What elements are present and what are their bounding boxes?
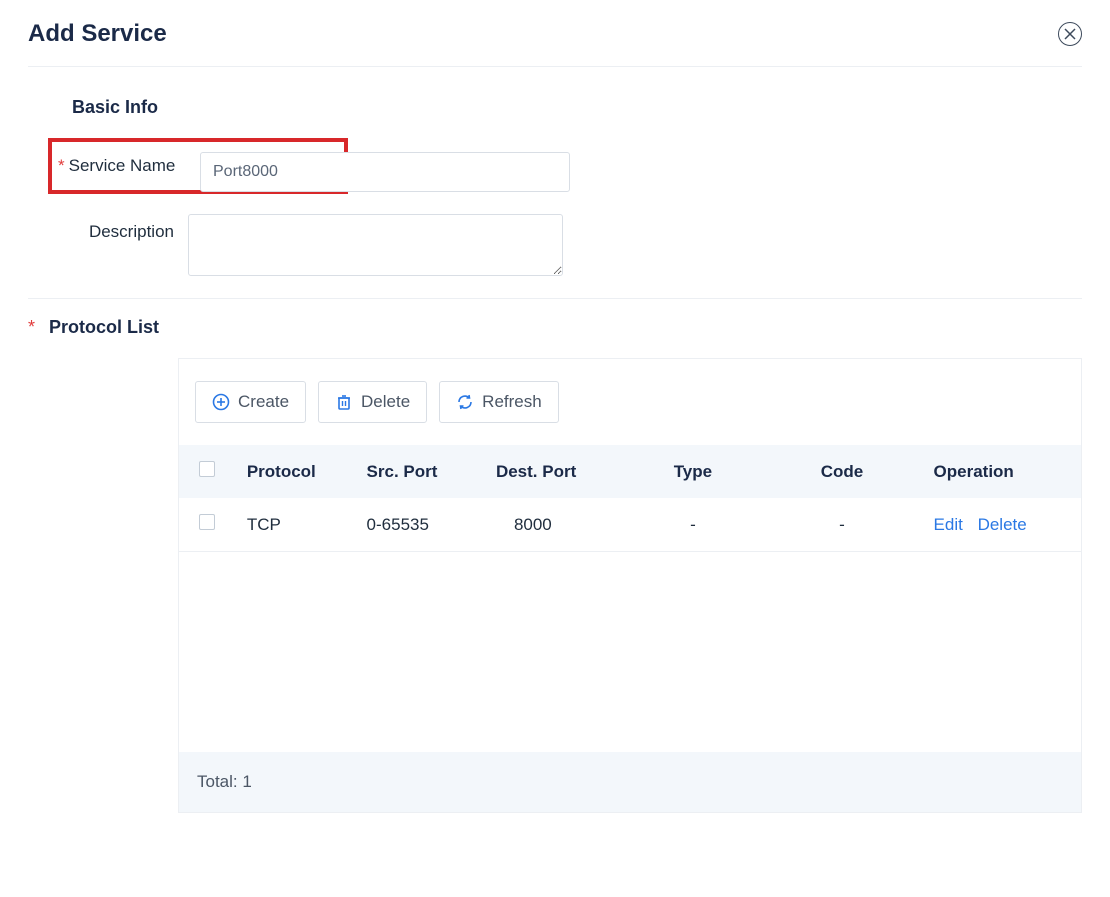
header-type: Type <box>623 445 762 498</box>
cell-operation: Edit Delete <box>922 498 1081 552</box>
description-label: Description <box>28 214 188 242</box>
row-checkbox-cell <box>179 498 235 552</box>
cell-type: - <box>623 498 762 552</box>
basic-info-heading: Basic Info <box>72 97 1082 118</box>
header-checkbox-cell <box>179 445 235 498</box>
cell-protocol: TCP <box>235 498 355 552</box>
description-row: Description <box>28 214 1082 276</box>
cell-src-port: 0-65535 <box>355 498 484 552</box>
protocol-list-heading: * Protocol List <box>28 317 1082 338</box>
cell-code: - <box>763 498 922 552</box>
protocol-panel: Create Delete Refresh <box>178 358 1082 813</box>
table-row: TCP 0-65535 8000 - - Edit Delete <box>179 498 1081 552</box>
protocol-toolbar: Create Delete Refresh <box>179 359 1081 445</box>
delete-button[interactable]: Delete <box>318 381 427 423</box>
add-service-modal: Add Service Basic Info *Service Name Des… <box>0 0 1110 853</box>
plus-circle-icon <box>212 393 230 411</box>
divider <box>28 298 1082 299</box>
close-button[interactable] <box>1058 22 1082 46</box>
close-icon <box>1064 28 1076 40</box>
trash-icon <box>335 393 353 411</box>
header-code: Code <box>763 445 922 498</box>
service-name-label: *Service Name <box>52 156 192 176</box>
modal-header: Add Service <box>28 20 1082 67</box>
select-all-checkbox[interactable] <box>199 461 215 477</box>
table-spacer <box>179 552 1081 752</box>
cell-dest-port: 8000 <box>484 498 623 552</box>
edit-link[interactable]: Edit <box>934 515 963 534</box>
required-asterisk: * <box>58 156 65 175</box>
service-name-row: *Service Name <box>48 138 348 194</box>
service-name-input[interactable] <box>200 152 570 192</box>
header-operation: Operation <box>922 445 1081 498</box>
row-checkbox[interactable] <box>199 514 215 530</box>
protocol-table: Protocol Src. Port Dest. Port Type Code … <box>179 445 1081 752</box>
create-button[interactable]: Create <box>195 381 306 423</box>
refresh-icon <box>456 393 474 411</box>
delete-link[interactable]: Delete <box>978 515 1027 534</box>
description-input[interactable] <box>188 214 563 276</box>
table-header-row: Protocol Src. Port Dest. Port Type Code … <box>179 445 1081 498</box>
header-dest-port: Dest. Port <box>484 445 623 498</box>
required-asterisk: * <box>28 317 35 337</box>
refresh-button[interactable]: Refresh <box>439 381 559 423</box>
header-src-port: Src. Port <box>355 445 484 498</box>
modal-title: Add Service <box>28 20 167 48</box>
table-footer: Total: 1 <box>179 752 1081 812</box>
header-protocol: Protocol <box>235 445 355 498</box>
